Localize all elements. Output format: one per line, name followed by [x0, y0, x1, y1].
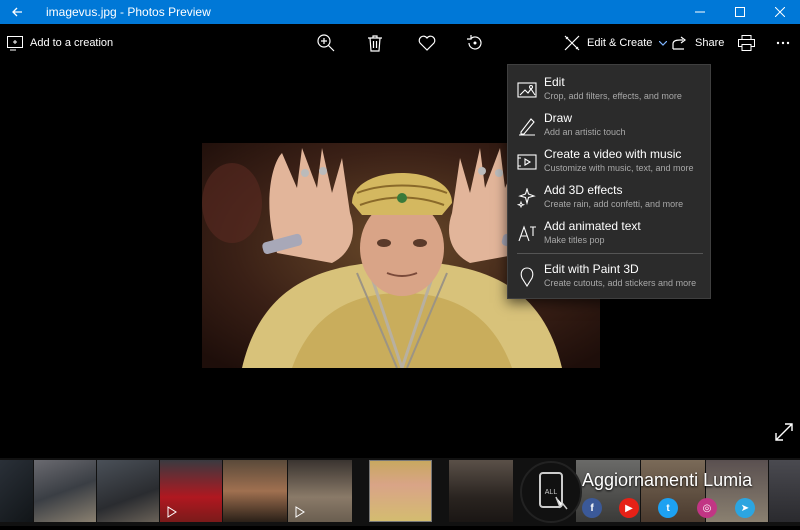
menu-item-subtitle: Crop, add filters, effects, and more: [544, 91, 682, 101]
maximize-icon: [735, 7, 745, 17]
minimize-icon: [695, 11, 705, 13]
close-button[interactable]: [760, 0, 800, 24]
menu-item-title: Add 3D effects: [544, 183, 623, 197]
menu-item-title: Draw: [544, 111, 573, 125]
menu-item-animated-text[interactable]: Add animated text Make titles pop: [508, 218, 710, 254]
menu-item-title: Create a video with music: [544, 147, 682, 161]
animated-text-icon: [518, 225, 536, 242]
menu-item-3d-effects[interactable]: Add 3D effects Create rain, add confetti…: [508, 182, 710, 218]
edit-photo-icon: [517, 82, 537, 98]
close-icon: [775, 7, 785, 17]
more-icon: [776, 41, 790, 45]
title-bar: imagevus.jpg - Photos Preview: [0, 0, 800, 24]
filmstrip-thumbnail[interactable]: [160, 460, 222, 522]
favorite-button[interactable]: [418, 30, 436, 56]
window-title: imagevus.jpg - Photos Preview: [46, 5, 211, 19]
phone-logo-icon: ALL: [539, 472, 568, 510]
print-button[interactable]: [738, 30, 755, 56]
print-icon: [738, 35, 755, 51]
filmstrip-thumbnail[interactable]: [0, 460, 33, 522]
back-button[interactable]: [0, 0, 34, 24]
edit-create-menu: Edit Crop, add filters, effects, and mor…: [507, 64, 711, 299]
add-to-creation-icon: [7, 35, 23, 50]
menu-item-draw[interactable]: Draw Add an artistic touch: [508, 110, 710, 146]
filmstrip-thumbnail-selected[interactable]: [369, 460, 432, 522]
edit-create-label: Edit & Create: [587, 37, 653, 49]
youtube-icon: ▶: [619, 498, 639, 518]
draw-icon: [519, 118, 535, 136]
window-controls: [680, 0, 800, 24]
menu-item-title: Edit with Paint 3D: [544, 262, 639, 276]
filmstrip-thumbnail[interactable]: [223, 460, 287, 522]
menu-item-paint-3d[interactable]: Edit with Paint 3D Create cutouts, add s…: [508, 261, 710, 297]
menu-item-subtitle: Create cutouts, add stickers and more: [544, 278, 697, 288]
share-button[interactable]: Share: [672, 30, 724, 56]
watermark: ALL Aggiornamenti Lumia f ▶ t ◎ ➤: [512, 458, 800, 526]
heart-icon: [418, 35, 436, 51]
video-icon: [517, 154, 537, 170]
menu-item-title: Add animated text: [544, 219, 641, 233]
menu-item-subtitle: Create rain, add confetti, and more: [544, 199, 684, 209]
zoom-button[interactable]: [317, 30, 335, 56]
share-label: Share: [695, 37, 725, 49]
filmstrip-thumbnail[interactable]: [34, 460, 96, 522]
paint3d-icon: [520, 267, 534, 287]
toolbar: Add to a creation Edit & Create Share: [0, 24, 800, 62]
more-button[interactable]: [776, 30, 790, 56]
maximize-button[interactable]: [720, 0, 760, 24]
twitter-icon: t: [658, 498, 678, 518]
instagram-icon: ◎: [697, 498, 717, 518]
delete-button[interactable]: [368, 30, 382, 56]
filmstrip-thumbnail[interactable]: [97, 460, 159, 522]
fullscreen-button[interactable]: [773, 421, 795, 443]
telegram-icon: ➤: [735, 498, 755, 518]
facebook-icon: f: [582, 498, 602, 518]
rotate-button[interactable]: [466, 30, 484, 56]
menu-item-subtitle: Customize with music, text, and more: [544, 163, 694, 173]
menu-item-create-video[interactable]: Create a video with music Customize with…: [508, 146, 710, 182]
back-arrow-icon: [12, 7, 22, 17]
video-play-icon: [167, 506, 177, 518]
menu-separator: [517, 253, 703, 254]
video-play-icon: [295, 506, 305, 518]
sparkle-icon: [517, 188, 536, 208]
filmstrip-thumbnail[interactable]: [288, 460, 352, 522]
share-icon: [672, 36, 686, 50]
chevron-down-icon: [659, 40, 668, 46]
edit-create-icon: [564, 35, 580, 51]
filmstrip-thumbnail[interactable]: [449, 460, 513, 522]
menu-item-edit[interactable]: Edit Crop, add filters, effects, and mor…: [508, 74, 710, 110]
add-to-creation-button[interactable]: Add to a creation: [7, 30, 113, 56]
watermark-text: Aggiornamenti Lumia: [582, 470, 753, 490]
add-to-creation-label: Add to a creation: [30, 37, 114, 49]
zoom-icon: [317, 34, 335, 52]
delete-icon: [368, 34, 382, 52]
expand-icon: [775, 423, 793, 441]
watermark-logo: ALL: [520, 461, 582, 523]
rotate-icon: [467, 35, 482, 50]
menu-item-subtitle: Make titles pop: [544, 235, 605, 245]
edit-create-button[interactable]: Edit & Create: [564, 30, 668, 56]
minimize-button[interactable]: [680, 0, 720, 24]
menu-item-subtitle: Add an artistic touch: [544, 127, 626, 137]
menu-item-title: Edit: [544, 75, 565, 89]
logo-text: ALL: [545, 489, 558, 496]
